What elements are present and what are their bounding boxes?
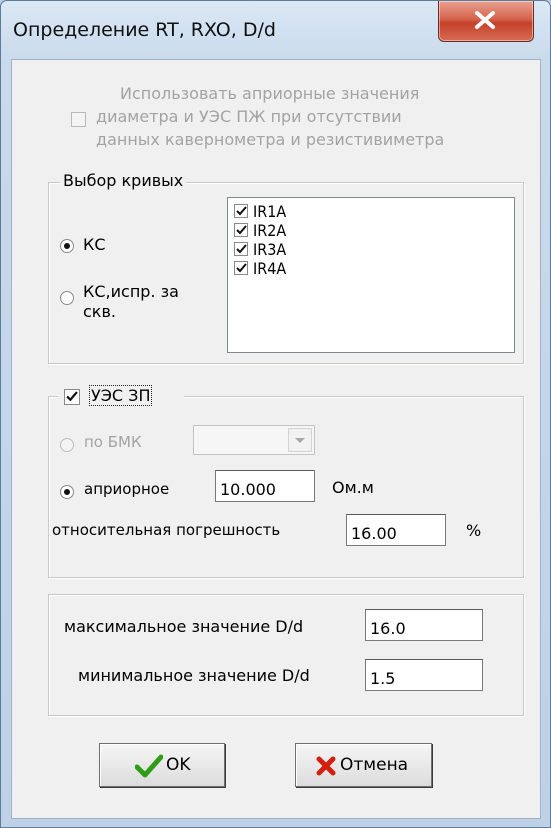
relative-error-input[interactable] <box>346 514 446 546</box>
radio-by-bmk[interactable] <box>60 438 74 452</box>
radio-ks-corrected-label-line1: КС,испр. за <box>83 282 179 301</box>
cross-icon <box>316 756 336 776</box>
apriori-resistivity-input[interactable] <box>215 470 315 502</box>
resistivity-unit-label: Ом.м <box>332 478 374 497</box>
list-item-label: IR1A <box>253 202 287 221</box>
list-item-checkbox[interactable] <box>234 204 248 218</box>
apriori-label-line2: диаметра и УЭС ПЖ при отсутствии <box>96 107 402 126</box>
check-icon <box>66 391 78 402</box>
dd-min-input[interactable] <box>365 659 483 691</box>
cancel-button[interactable]: Отмена <box>295 743 432 787</box>
bmk-combobox[interactable] <box>193 425 315 455</box>
close-button[interactable] <box>438 1 534 42</box>
chevron-down-icon[interactable] <box>288 428 312 452</box>
list-item-checkbox[interactable] <box>234 242 248 256</box>
checkmark-icon <box>135 754 163 778</box>
list-item-label: IR3A <box>253 240 287 259</box>
ok-button-label: OK <box>166 755 191 775</box>
relative-error-unit: % <box>466 521 482 540</box>
uez-group-label: УЭС ЗП <box>88 385 153 406</box>
check-icon <box>236 263 247 273</box>
cancel-button-label: Отмена <box>340 755 409 775</box>
dd-max-label: максимальное значение D/d <box>64 617 304 636</box>
curves-listbox[interactable]: IR1A IR2A IR3A IR4A <box>227 197 515 353</box>
list-item-label: IR2A <box>253 221 287 240</box>
list-item-label: IR4A <box>253 259 287 278</box>
check-icon <box>236 244 247 254</box>
dialog-window: Определение RT, RXO, D/d Использовать ап… <box>0 0 551 828</box>
radio-ks[interactable] <box>60 239 74 253</box>
window-title: Определение RT, RXO, D/d <box>13 19 276 41</box>
radio-apriori-label: априорное <box>84 480 170 498</box>
list-item-checkbox[interactable] <box>234 223 248 237</box>
radio-ks-label: КС <box>83 235 106 254</box>
close-icon <box>475 11 495 29</box>
apriori-checkbox[interactable] <box>71 112 86 127</box>
dialog-client-area: Использовать априорные значения диаметра… <box>11 59 541 819</box>
radio-by-bmk-label: по БМК <box>84 433 142 451</box>
dd-max-input[interactable] <box>365 609 483 641</box>
relative-error-label: относительная погрешность <box>52 521 281 539</box>
apriori-label-line1: Использовать априорные значения <box>120 84 420 103</box>
list-item-checkbox[interactable] <box>234 261 248 275</box>
uez-checkbox[interactable] <box>64 389 80 405</box>
apriori-label-line3: данных кавернометра и резистивиметра <box>96 130 445 149</box>
radio-ks-corrected[interactable] <box>60 291 74 305</box>
check-icon <box>236 206 247 216</box>
curves-group-label: Выбор кривых <box>60 171 187 190</box>
radio-apriori[interactable] <box>60 485 74 499</box>
radio-ks-corrected-label-line2: скв. <box>83 302 116 321</box>
check-icon <box>236 225 247 235</box>
dd-min-label: минимальное значение D/d <box>78 666 310 685</box>
ok-button[interactable]: OK <box>99 743 225 787</box>
